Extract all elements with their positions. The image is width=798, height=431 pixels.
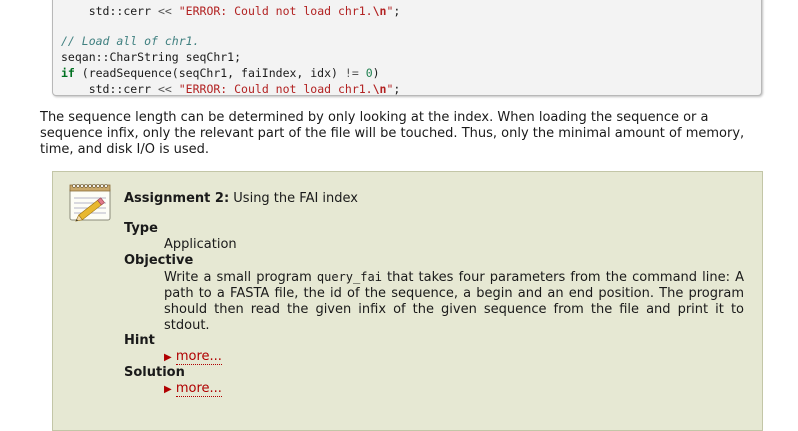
objective-term: Objective bbox=[124, 253, 194, 268]
hint-term: Hint bbox=[124, 333, 155, 348]
solution-term: Solution bbox=[124, 365, 185, 380]
body-paragraph: The sequence length can be determined by… bbox=[40, 110, 745, 157]
code-line-error-2: std::cerr << "ERROR: Could not load chr1… bbox=[88, 82, 401, 96]
type-term: Type bbox=[124, 221, 158, 236]
code-block: std::cerr << "ERROR: Could not load chr1… bbox=[52, 0, 762, 96]
objective-text: Write a small program query_fai that tak… bbox=[164, 270, 745, 333]
assignment-title: Assignment 2: Using the FAI index bbox=[124, 191, 358, 206]
type-value: Application bbox=[164, 237, 237, 252]
triangle-right-icon: ▶ bbox=[164, 352, 172, 363]
code-declaration: seqan::CharString seqChr1; bbox=[61, 50, 242, 64]
code-comment: // Load all of chr1. bbox=[61, 34, 200, 48]
code-line-error-1: std::cerr << "ERROR: Could not load chr1… bbox=[88, 4, 401, 18]
notepad-pencil-icon bbox=[69, 184, 111, 222]
program-name-code: query_fai bbox=[316, 270, 382, 284]
assignment-box: Assignment 2: Using the FAI index Type A… bbox=[52, 171, 763, 431]
hint-more-toggle[interactable]: ▶ more... bbox=[164, 349, 222, 366]
solution-more-toggle[interactable]: ▶ more... bbox=[164, 381, 222, 398]
code-if-statement: if (readSequence(seqChr1, faiIndex, idx)… bbox=[61, 66, 380, 80]
triangle-right-icon: ▶ bbox=[164, 384, 172, 395]
